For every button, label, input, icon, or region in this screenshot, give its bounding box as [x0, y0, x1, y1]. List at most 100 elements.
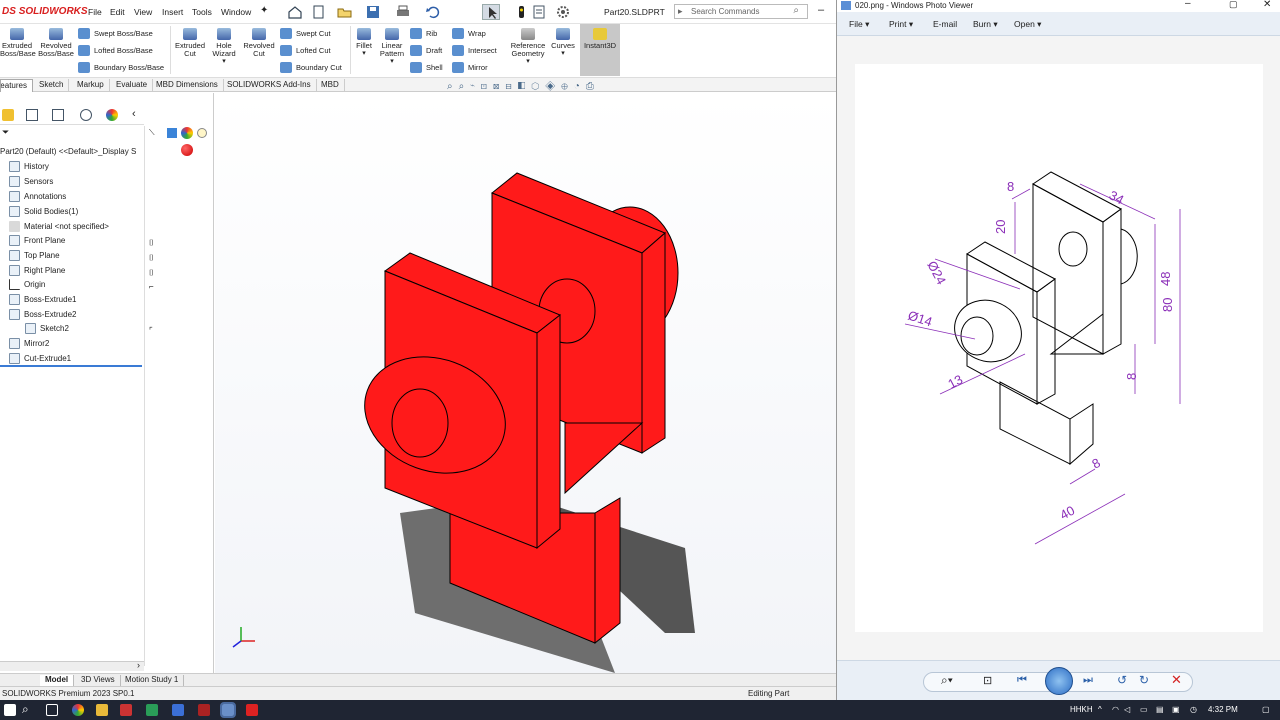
clock-time[interactable]: 4:32 PM [1208, 705, 1238, 714]
display-mode-icon[interactable] [167, 128, 177, 138]
previous-icon[interactable]: ⏮ [1017, 674, 1027, 687]
rotate-cw-icon[interactable]: ↻ [1139, 673, 1149, 687]
solidworks-taskbar-icon[interactable] [246, 704, 258, 716]
menu-email[interactable]: E-mail [933, 19, 957, 29]
rotate-ccw-icon[interactable]: ↺ [1117, 673, 1127, 687]
menu-file[interactable]: File ▾ [849, 19, 869, 30]
part-appearance-icon[interactable] [181, 144, 193, 156]
search-icon[interactable]: ⌕ [22, 702, 29, 717]
tree-item-mirror2[interactable]: Mirror2 [9, 336, 49, 350]
volume-icon[interactable]: ◁ [1124, 705, 1130, 714]
tree-item-boss-extrude2[interactable]: Boss-Extrude2 [9, 307, 76, 321]
notification-icon[interactable]: ▤ [1156, 705, 1164, 714]
tray-chevron-icon[interactable]: ^ [1098, 705, 1102, 714]
tree-item-boss-extrude1[interactable]: Boss-Extrude1 [9, 292, 76, 306]
delete-icon[interactable]: ✕ [1171, 672, 1182, 688]
tab-model[interactable]: Model [40, 675, 75, 686]
clock-icon[interactable]: ◷ [1190, 705, 1197, 714]
tree-item-annotations[interactable]: Annotations [9, 189, 66, 203]
mirror-button[interactable]: Mirror [452, 60, 502, 74]
revolved-cut-button[interactable]: Revolved Cut [242, 28, 276, 58]
chevron-down-icon[interactable]: ▾ [508, 58, 548, 66]
menu-open[interactable]: Open ▾ [1014, 19, 1041, 30]
tree-item-sketch2[interactable]: Sketch2 [25, 321, 69, 335]
dimxpert-tab-icon[interactable] [80, 109, 92, 121]
menu-insert[interactable]: Insert [162, 7, 183, 17]
menu-burn[interactable]: Burn ▾ [973, 19, 998, 30]
rib-button[interactable]: Rib [410, 26, 450, 40]
filter-icon[interactable]: ⏷ [2, 127, 9, 138]
fillet-button[interactable]: Fillet ▾ [352, 28, 376, 58]
plane-display-icon[interactable]: ⌷ [149, 253, 154, 263]
rebuild-icon[interactable] [512, 4, 530, 20]
revolved-boss-button[interactable]: Revolved Boss/Base [36, 28, 76, 58]
instant3d-button[interactable]: Instant3D [580, 24, 620, 76]
chevron-down-icon[interactable]: ▾ [550, 50, 576, 58]
tab-3d-views[interactable]: 3D Views [76, 675, 121, 686]
tree-item-origin[interactable]: Origin [9, 277, 45, 291]
plane-display-icon[interactable]: ⌷ [149, 238, 154, 248]
extruded-boss-button[interactable]: Extruded Boss/Base [0, 28, 36, 58]
tab-addins[interactable]: SOLIDWORKS Add-Ins [222, 79, 317, 92]
feature-tree-tab-icon[interactable] [2, 109, 14, 121]
tree-item-cut-extrude1[interactable]: Cut-Extrude1 [9, 351, 71, 365]
zoom-icon[interactable]: ⌕▾ [941, 673, 953, 688]
app-icon[interactable] [146, 704, 158, 716]
appearance-icon[interactable] [181, 127, 193, 139]
curves-button[interactable]: Curves ▾ [550, 28, 576, 58]
boundary-cut-button[interactable]: Boundary Cut [280, 60, 350, 74]
tab-mbd[interactable]: MBD [316, 79, 345, 92]
tab-markup[interactable]: Markup [72, 79, 110, 92]
hide-show-icon[interactable]: ⟍ [149, 128, 155, 138]
menu-file[interactable]: File [88, 7, 102, 17]
menu-edit[interactable]: Edit [110, 7, 125, 17]
save-icon[interactable] [364, 4, 382, 20]
task-view-icon[interactable] [46, 704, 58, 716]
tree-item-material[interactable]: Material <not specified> [9, 219, 109, 233]
input-icon[interactable]: ▣ [1172, 705, 1180, 714]
collapse-icon[interactable]: ‹ [132, 108, 136, 120]
tree-item-top-plane[interactable]: Top Plane [9, 248, 60, 262]
draft-button[interactable]: Draft [410, 43, 450, 57]
file-explorer-icon[interactable] [96, 704, 108, 716]
close-icon[interactable]: ✕ [1263, 0, 1271, 10]
slideshow-button[interactable] [1045, 667, 1073, 695]
chevron-down-icon[interactable]: ▾ [352, 50, 376, 58]
hole-wizard-button[interactable]: Hole Wizard ▾ [208, 28, 240, 66]
tab-evaluate[interactable]: Evaluate [111, 79, 154, 92]
rollback-bar[interactable] [0, 365, 142, 367]
menu-tools[interactable]: Tools [192, 7, 212, 17]
lofted-boss-button[interactable]: Lofted Boss/Base [78, 43, 168, 57]
chevron-right-icon[interactable]: › [137, 660, 140, 670]
minimize-icon[interactable]: – [1185, 0, 1191, 9]
wrap-button[interactable]: Wrap [452, 26, 502, 40]
display-manager-tab-icon[interactable] [106, 109, 118, 121]
wifi-icon[interactable]: ◠ [1112, 705, 1119, 714]
graphics-area[interactable]: ⌕⌕⌁⊡⊠⊟◧⬡◈⊕◔⎙ [215, 81, 836, 673]
app-icon[interactable] [120, 704, 132, 716]
swept-cut-button[interactable]: Swept Cut [280, 26, 350, 40]
open-icon[interactable] [336, 4, 354, 20]
horizontal-scrollbar[interactable]: › [0, 660, 144, 671]
search-commands-input[interactable]: ▸ Search Commands ⌕ [674, 4, 808, 19]
pin-icon[interactable]: ✦ [260, 5, 268, 16]
shell-button[interactable]: Shell [410, 60, 450, 74]
transparency-icon[interactable] [197, 128, 207, 138]
chevron-down-icon[interactable]: ▾ [378, 58, 406, 66]
next-icon[interactable]: ⏭ [1083, 674, 1093, 687]
app-icon[interactable] [198, 704, 210, 716]
app-icon[interactable] [172, 704, 184, 716]
tab-mbd-dimensions[interactable]: MBD Dimensions [151, 79, 224, 92]
menu-window[interactable]: Window [221, 7, 251, 17]
property-manager-tab-icon[interactable] [26, 109, 38, 121]
reference-geometry-button[interactable]: Reference Geometry ▾ [508, 28, 548, 66]
tree-item-sensors[interactable]: Sensors [9, 174, 53, 188]
maximize-icon[interactable]: ▢ [1229, 0, 1238, 10]
photos-icon[interactable] [220, 702, 236, 718]
plane-display-icon[interactable]: ⌷ [149, 268, 154, 278]
menu-print[interactable]: Print ▾ [889, 19, 913, 30]
search-icon[interactable]: ⌕ [793, 5, 799, 16]
extruded-cut-button[interactable]: Extruded Cut [174, 28, 206, 58]
new-icon[interactable] [310, 4, 328, 20]
tab-sketch[interactable]: Sketch [34, 79, 70, 92]
